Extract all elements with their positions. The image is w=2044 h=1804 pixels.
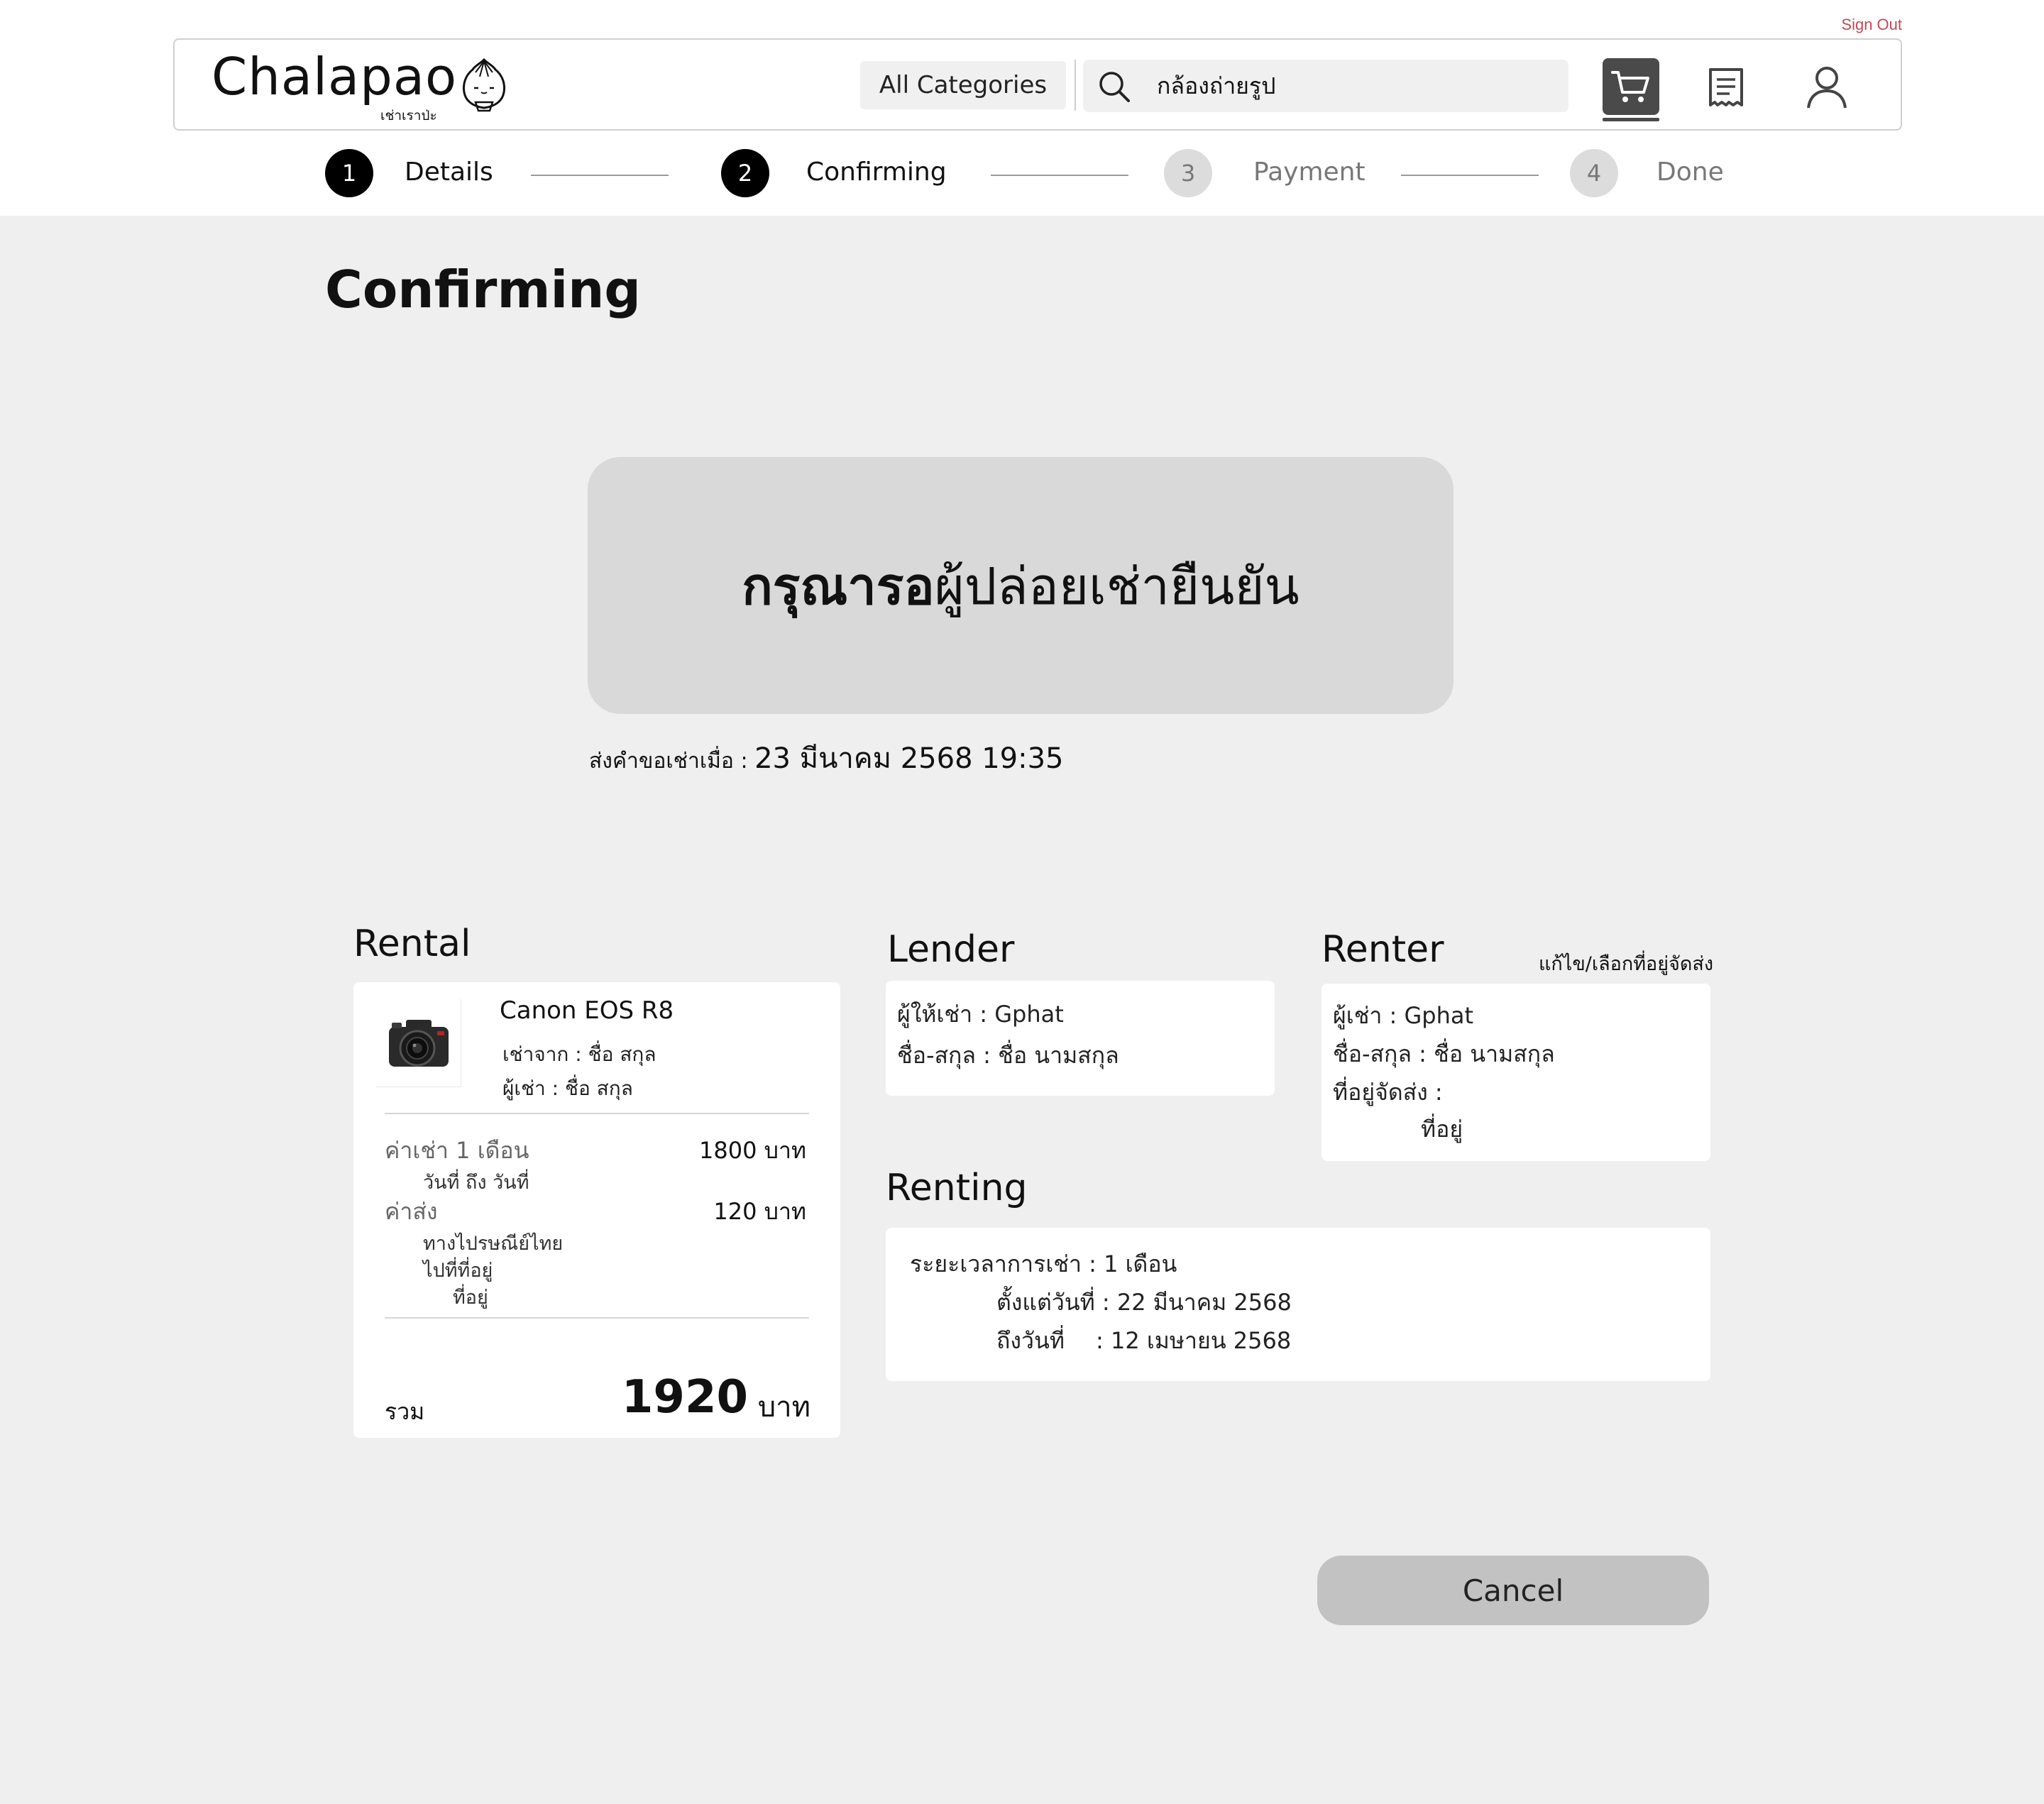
- shipping-to: ไปที่ที่อยู่: [423, 1260, 493, 1282]
- step-number: 2: [721, 149, 769, 197]
- rent-fee-dates: วันที่ ถึง วันที่: [423, 1172, 529, 1194]
- search-input[interactable]: [1157, 60, 1554, 112]
- renting-card: ระยะเวลาการเช่า : 1 เดือน ตั้งแต่วันที่ …: [886, 1228, 1710, 1381]
- receipt-icon[interactable]: [1706, 67, 1746, 109]
- cart-icon: [1611, 71, 1649, 102]
- renter-fullname: ชื่อ-สกุล : ชื่อ นามสกุล: [1333, 1040, 1555, 1067]
- wait-emphasis: กรุณารอ: [742, 556, 935, 616]
- search-icon[interactable]: [1097, 70, 1131, 104]
- step-number: 1: [325, 149, 373, 197]
- renter-heading: Renter: [1322, 928, 1444, 971]
- rent-fee-value: 1800 บาท: [699, 1137, 806, 1164]
- shipping-fee-label: ค่าส่ง: [385, 1198, 438, 1225]
- shipping-address: ที่อยู่: [453, 1287, 488, 1309]
- cart-active-indicator: [1603, 118, 1659, 121]
- step-label: Details: [405, 158, 493, 187]
- cart-button[interactable]: [1603, 58, 1659, 115]
- total-value: 1920: [621, 1371, 748, 1424]
- divider: [385, 1113, 809, 1114]
- request-sent-time: ส่งคำขอเช่าเมื่อ : 23 มีนาคม 2568 19:35: [589, 735, 1064, 781]
- renter-name: ผู้เช่า : ชื่อ สกุล: [502, 1077, 633, 1100]
- lender-card: ผู้ให้เช่า : Gphat ชื่อ-สกุล : ชื่อ นามส…: [886, 981, 1275, 1096]
- rent-from: เช่าจาก : ชื่อ สกุล: [502, 1043, 656, 1066]
- step-connector: [1401, 175, 1539, 176]
- header: Chalapao เช่าเราป่ะ All Categories: [173, 38, 1902, 131]
- renter-card: ผู้เช่า : Gphat ชื่อ-สกุล : ชื่อ นามสกุล…: [1322, 984, 1710, 1161]
- step-connector: [991, 175, 1128, 176]
- step-label: Payment: [1253, 158, 1366, 187]
- renter-address: ที่อยู่: [1421, 1116, 1463, 1143]
- sign-out-link[interactable]: Sign Out: [1841, 16, 1902, 34]
- rent-end-label: ถึงวันที่: [996, 1327, 1065, 1354]
- step-number: 3: [1164, 149, 1212, 197]
- wait-message: ผู้ปล่อยเช่ายืนยัน: [934, 556, 1300, 616]
- sent-datetime: 23 มีนาคม 2568 19:35: [754, 742, 1064, 775]
- edit-address-link[interactable]: แก้ไข/เลือกที่อยู่จัดส่ง: [1539, 948, 1713, 979]
- search-bar[interactable]: [1083, 60, 1568, 112]
- all-categories-dropdown[interactable]: All Categories: [860, 61, 1066, 109]
- product-name[interactable]: Canon EOS R8: [500, 996, 674, 1025]
- renter-username: ผู้เช่า : Gphat: [1333, 1002, 1474, 1029]
- sent-label: ส่งคำขอเช่าเมื่อ :: [589, 749, 755, 774]
- product-image[interactable]: [376, 999, 461, 1087]
- renting-heading: Renting: [886, 1167, 1028, 1209]
- total-unit: บาท: [757, 1391, 811, 1424]
- rental-card: Canon EOS R8 เช่าจาก : ชื่อ สกุล ผู้เช่า…: [353, 982, 840, 1438]
- step-label: Done: [1656, 158, 1724, 187]
- step-number: 4: [1570, 149, 1618, 197]
- step-connector: [531, 175, 669, 176]
- renter-address-label: ที่อยู่จัดส่ง :: [1333, 1079, 1443, 1106]
- camera-icon: [388, 1019, 449, 1067]
- shipping-fee-value: 120 บาท: [713, 1198, 806, 1225]
- rental-heading: Rental: [353, 923, 471, 965]
- waiting-status-box: กรุณารอผู้ปล่อยเช่ายืนยัน: [588, 457, 1454, 714]
- step-label: Confirming: [806, 158, 947, 187]
- logo[interactable]: Chalapao: [211, 47, 457, 106]
- shipping-method: ทางไปรษณีย์ไทย: [423, 1233, 564, 1255]
- dumpling-mascot-icon: [463, 57, 505, 112]
- lender-username: ผู้ให้เช่า : Gphat: [897, 1001, 1064, 1028]
- logo-subtitle: เช่าเราป่ะ: [380, 108, 437, 123]
- lender-heading: Lender: [887, 928, 1015, 971]
- lender-fullname: ชื่อ-สกุล : ชื่อ นามสกุล: [897, 1042, 1119, 1069]
- rent-duration: ระยะเวลาการเช่า : 1 เดือน: [910, 1250, 1177, 1277]
- total-label: รวม: [385, 1398, 425, 1425]
- divider: [385, 1317, 809, 1319]
- rent-start-date: ตั้งแต่วันที่ : 22 มีนาคม 2568: [996, 1289, 1292, 1316]
- cancel-button[interactable]: Cancel: [1317, 1556, 1709, 1625]
- rent-fee-label: ค่าเช่า 1 เดือน: [385, 1137, 529, 1164]
- page-title: Confirming: [325, 260, 641, 319]
- rent-end-date: : 12 เมษายน 2568: [1096, 1327, 1292, 1354]
- user-icon[interactable]: [1804, 64, 1850, 109]
- search-divider: [1075, 60, 1076, 111]
